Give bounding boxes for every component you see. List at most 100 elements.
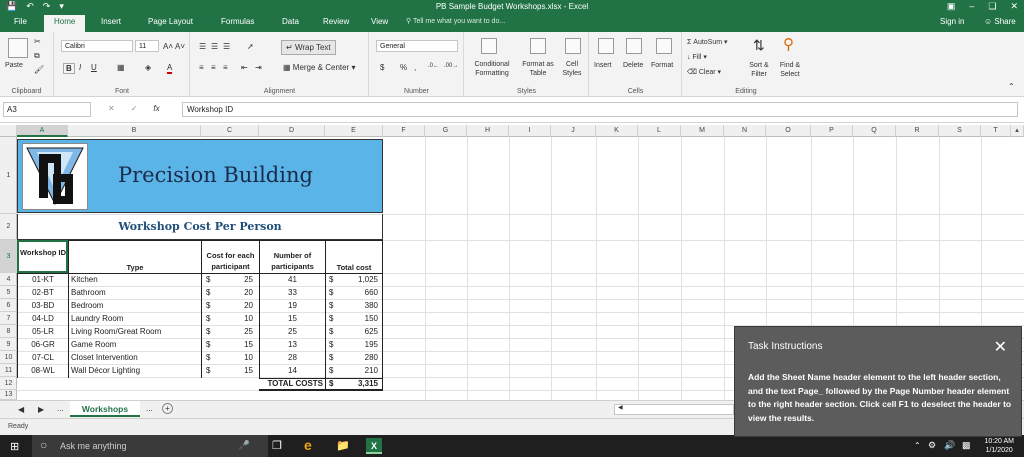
paste-icon[interactable]: [8, 38, 28, 58]
cost-cell[interactable]: $15: [201, 365, 260, 378]
total-cell[interactable]: $380: [325, 300, 383, 313]
cost-cell[interactable]: $10: [201, 313, 260, 326]
font-size-dropdown[interactable]: 11: [135, 40, 159, 52]
share-button[interactable]: ☺ Share: [984, 17, 1016, 26]
type-cell[interactable]: Game Room: [68, 339, 202, 352]
workshop-id-cell[interactable]: 05-LR: [17, 326, 69, 339]
column-header[interactable]: C: [201, 125, 259, 137]
column-header[interactable]: G: [425, 125, 467, 137]
align-bottom-icon[interactable]: ☰: [223, 42, 230, 51]
increase-indent-icon[interactable]: ⇥: [255, 63, 262, 72]
format-cells-button[interactable]: Format: [651, 62, 673, 69]
column-header[interactable]: K: [596, 125, 638, 137]
tell-me-box[interactable]: ⚲ Tell me what you want to do...: [406, 17, 505, 25]
horizontal-scrollbar[interactable]: [614, 404, 734, 415]
company-logo[interactable]: [22, 143, 88, 210]
row-header[interactable]: 6: [0, 299, 17, 312]
name-box[interactable]: A3: [3, 102, 91, 117]
type-cell[interactable]: Laundry Room: [68, 313, 202, 326]
percent-button[interactable]: %: [400, 63, 407, 72]
clear-button[interactable]: ⌫ Clear ▾: [687, 68, 721, 76]
cell-styles-button[interactable]: Cell Styles: [557, 60, 587, 78]
column-header[interactable]: A: [17, 125, 68, 137]
column-header[interactable]: L: [638, 125, 681, 137]
more-sheets-left-icon[interactable]: ...: [57, 404, 64, 413]
row-header[interactable]: 5: [0, 286, 17, 299]
borders-icon[interactable]: ▦: [117, 63, 125, 72]
formula-input[interactable]: Workshop ID: [182, 102, 1018, 117]
collapse-ribbon-icon[interactable]: ⌃: [1008, 82, 1015, 91]
minimize-icon[interactable]: –: [969, 1, 974, 12]
column-header[interactable]: M: [681, 125, 724, 137]
row-header[interactable]: 10: [0, 351, 17, 364]
type-cell[interactable]: Bathroom: [68, 287, 202, 300]
workshop-id-cell[interactable]: 06-GR: [17, 339, 69, 352]
participants-cell[interactable]: 28: [259, 352, 326, 365]
cost-cell[interactable]: $25: [201, 326, 260, 339]
scroll-up-icon[interactable]: ▴: [1011, 125, 1024, 137]
tab-formulas[interactable]: Formulas: [221, 17, 254, 26]
column-header[interactable]: J: [551, 125, 596, 137]
row-header[interactable]: 12: [0, 377, 17, 390]
find-select-button[interactable]: Find & Select: [775, 61, 805, 79]
wrap-text-button[interactable]: ↵ Wrap Text: [281, 40, 336, 55]
align-center-icon[interactable]: ≡: [211, 63, 216, 72]
align-left-icon[interactable]: ≡: [199, 63, 204, 72]
workshop-id-cell[interactable]: 07-CL: [17, 352, 69, 365]
scroll-left-icon[interactable]: ◀: [618, 404, 623, 411]
sort-filter-button[interactable]: Sort & Filter: [745, 61, 773, 79]
enter-icon[interactable]: ✓: [131, 104, 138, 113]
cost-cell[interactable]: $10: [201, 352, 260, 365]
bold-button[interactable]: B: [63, 63, 75, 74]
column-header[interactable]: E: [325, 125, 383, 137]
decrease-indent-icon[interactable]: ⇤: [241, 63, 248, 72]
align-middle-icon[interactable]: ☰: [211, 42, 218, 51]
paste-button[interactable]: Paste: [5, 62, 23, 69]
row-header[interactable]: 13: [0, 390, 17, 400]
row-header[interactable]: 3: [0, 240, 17, 273]
prev-sheet-icon[interactable]: ◀: [18, 405, 24, 414]
header-cost[interactable]: Cost for each participant: [201, 240, 260, 274]
currency-button[interactable]: $: [380, 63, 384, 72]
shrink-font-icon[interactable]: A˅: [175, 42, 185, 51]
cancel-icon[interactable]: ✕: [108, 104, 115, 113]
cost-cell[interactable]: $25: [201, 274, 260, 287]
cortana-search[interactable]: ○ Ask me anything 🎤: [32, 435, 268, 457]
row-header[interactable]: 11: [0, 364, 17, 377]
participants-cell[interactable]: 19: [259, 300, 326, 313]
tab-review[interactable]: Review: [323, 17, 349, 26]
total-cell[interactable]: $150: [325, 313, 383, 326]
column-header[interactable]: N: [724, 125, 766, 137]
next-sheet-icon[interactable]: ▶: [38, 405, 44, 414]
font-color-icon[interactable]: A: [167, 63, 173, 74]
insert-function-button[interactable]: fx: [153, 104, 159, 113]
type-cell[interactable]: Kitchen: [68, 274, 202, 287]
grow-font-icon[interactable]: A˄: [163, 42, 173, 51]
workshop-id-cell[interactable]: 02-BT: [17, 287, 69, 300]
file-explorer-icon[interactable]: 📁: [336, 439, 350, 452]
header-type[interactable]: Type: [68, 240, 202, 274]
comma-button[interactable]: ,: [414, 63, 416, 72]
column-header[interactable]: T: [981, 125, 1011, 137]
format-painter-icon[interactable]: 🖌: [34, 65, 44, 74]
increase-decimal-icon[interactable]: .0←: [428, 63, 439, 69]
fill-button[interactable]: ↓ Fill ▾: [687, 53, 707, 61]
column-header[interactable]: F: [383, 125, 425, 137]
tab-data[interactable]: Data: [282, 17, 299, 26]
windows-start-icon[interactable]: ⊞: [10, 440, 19, 453]
tab-insert[interactable]: Insert: [101, 17, 121, 26]
participants-cell[interactable]: 33: [259, 287, 326, 300]
clock[interactable]: 10:20 AM 1/1/2020: [984, 437, 1014, 455]
restore-icon[interactable]: ❏: [988, 1, 996, 12]
copy-icon[interactable]: ⧉: [34, 51, 40, 61]
column-header[interactable]: Q: [853, 125, 896, 137]
tab-file[interactable]: File: [14, 17, 27, 26]
format-as-table-button[interactable]: Format as Table: [519, 60, 557, 78]
tab-view[interactable]: View: [371, 17, 388, 26]
number-format-dropdown[interactable]: General: [376, 40, 458, 52]
font-name-dropdown[interactable]: Calibri: [61, 40, 133, 52]
fill-color-icon[interactable]: ◈: [145, 63, 151, 72]
cost-cell[interactable]: $20: [201, 287, 260, 300]
cut-icon[interactable]: ✂: [34, 37, 41, 46]
new-sheet-icon[interactable]: +: [162, 403, 173, 414]
